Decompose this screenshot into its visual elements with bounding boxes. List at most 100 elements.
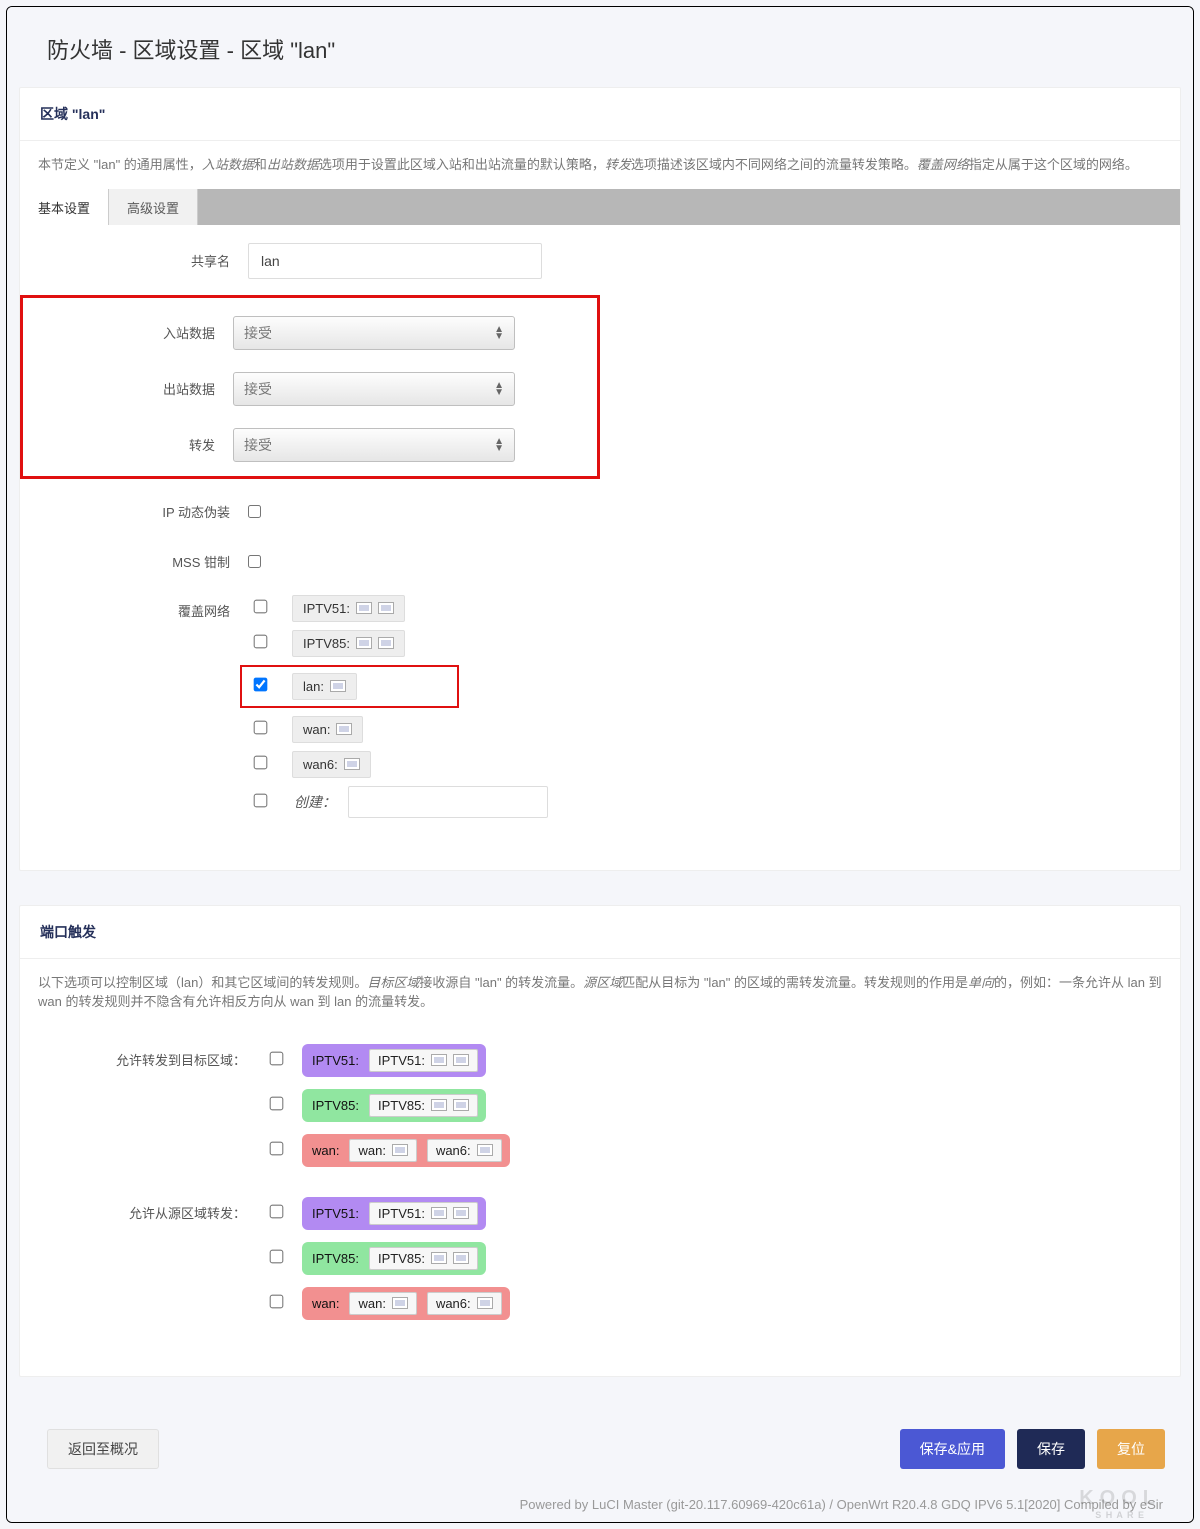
back-button[interactable]: 返回至概况 — [47, 1429, 159, 1469]
name-input[interactable] — [248, 243, 542, 279]
network-check-lan[interactable] — [253, 678, 267, 692]
zone-sub: IPTV51: — [369, 1049, 478, 1072]
network-row-iptv51: IPTV51: — [248, 595, 548, 622]
interface-icon — [378, 602, 394, 614]
zone-name: wan: — [312, 1296, 339, 1311]
zone-panel-desc: 本节定义 "lan" 的通用属性，入站数据和出站数据选项用于设置此区域入站和出站… — [20, 141, 1180, 189]
zone-row: wan: wan: wan6: — [264, 1287, 510, 1320]
zone-row: IPTV51: IPTV51: — [264, 1197, 510, 1230]
save-button[interactable]: 保存 — [1017, 1429, 1085, 1469]
interface-icon — [392, 1144, 408, 1156]
zone-chip[interactable]: IPTV85: IPTV85: — [302, 1089, 486, 1122]
zone-chip[interactable]: IPTV51: IPTV51: — [302, 1197, 486, 1230]
mss-checkbox[interactable] — [248, 555, 261, 568]
network-row-wan6: wan6: — [248, 751, 548, 778]
network-check-iptv85[interactable] — [253, 635, 267, 649]
interface-icon — [431, 1054, 447, 1066]
zone-sub: IPTV85: — [369, 1094, 478, 1117]
zone-row: wan:wan: wan6: — [264, 1134, 510, 1167]
network-row-iptv85: IPTV85: — [248, 630, 548, 657]
interface-icon — [356, 637, 372, 649]
zone-checkbox[interactable] — [269, 1052, 283, 1066]
masq-label: IP 动态伪装 — [38, 502, 248, 521]
zone-checkbox[interactable] — [269, 1250, 283, 1264]
network-row-wan: wan: — [248, 716, 548, 743]
zone-name: wan: — [312, 1143, 339, 1158]
zone-chip[interactable]: IPTV85: IPTV85: — [302, 1242, 486, 1275]
footer: Powered by LuCI Master (git-20.117.60969… — [19, 1491, 1181, 1522]
zone-row: IPTV85: IPTV85: — [264, 1089, 510, 1122]
create-input[interactable] — [348, 786, 548, 818]
zone-sub: IPTV85: — [369, 1247, 478, 1270]
network-lan-highlight: lan: — [240, 665, 459, 708]
output-select[interactable]: 接受 ▲▼ — [233, 372, 515, 406]
interface-icon — [392, 1297, 408, 1309]
chevron-updown-icon: ▲▼ — [494, 326, 504, 340]
tabs: 基本设置 高级设置 — [20, 189, 1180, 225]
zone-panel-header: 区域 "lan" — [20, 88, 1180, 141]
tab-basic[interactable]: 基本设置 — [20, 189, 109, 225]
networks-label: 覆盖网络 — [38, 595, 248, 620]
interface-icon — [378, 637, 394, 649]
zone-sub: wan6: — [427, 1292, 502, 1315]
forward-label: 转发 — [23, 435, 233, 454]
mss-label: MSS 钳制 — [38, 552, 248, 571]
interface-icon — [453, 1207, 469, 1219]
network-tag[interactable]: wan6: — [292, 751, 371, 778]
zone-name: IPTV51: — [312, 1206, 359, 1221]
create-label: 创建： — [294, 792, 336, 812]
port-panel-desc: 以下选项可以控制区域（lan）和其它区域间的转发规则。目标区域接收源自 "lan… — [20, 959, 1180, 1026]
network-check-iptv51[interactable] — [253, 600, 267, 614]
port-panel: 端口触发 以下选项可以控制区域（lan）和其它区域间的转发规则。目标区域接收源自… — [19, 905, 1181, 1377]
name-label: 共享名 — [38, 251, 248, 270]
interface-icon — [431, 1099, 447, 1111]
network-tag[interactable]: IPTV51: — [292, 595, 405, 622]
port-panel-header: 端口触发 — [20, 906, 1180, 959]
network-check-wan[interactable] — [253, 721, 267, 735]
tab-advanced[interactable]: 高级设置 — [109, 189, 198, 225]
zone-chip[interactable]: IPTV51: IPTV51: — [302, 1044, 486, 1077]
zone-row: IPTV85: IPTV85: — [264, 1242, 510, 1275]
interface-icon — [431, 1207, 447, 1219]
zone-chip[interactable]: wan:wan: wan6: — [302, 1134, 510, 1167]
network-tag[interactable]: lan: — [292, 673, 357, 700]
zone-name: IPTV85: — [312, 1251, 359, 1266]
reset-button[interactable]: 复位 — [1097, 1429, 1165, 1469]
interface-icon — [477, 1144, 493, 1156]
input-label: 入站数据 — [23, 323, 233, 342]
page-title: 防火墙 - 区域设置 - 区域 "lan" — [19, 13, 1181, 87]
interface-icon — [453, 1099, 469, 1111]
interface-icon — [344, 758, 360, 770]
zone-checkbox[interactable] — [269, 1097, 283, 1111]
policy-highlight-box: 入站数据 接受 ▲▼ 出站数据 接受 ▲▼ 转发 — [20, 295, 600, 479]
zone-checkbox[interactable] — [269, 1205, 283, 1219]
interface-icon — [336, 723, 352, 735]
fwd-src-label: 允许从源区域转发： — [38, 1197, 264, 1222]
save-apply-button[interactable]: 保存&应用 — [900, 1429, 1005, 1469]
zone-name: IPTV51: — [312, 1053, 359, 1068]
zone-checkbox[interactable] — [269, 1295, 283, 1309]
zone-sub: wan6: — [427, 1139, 502, 1162]
forward-select[interactable]: 接受 ▲▼ — [233, 428, 515, 462]
input-select[interactable]: 接受 ▲▼ — [233, 316, 515, 350]
interface-icon — [453, 1252, 469, 1264]
network-check-wan6[interactable] — [253, 756, 267, 770]
zone-name: IPTV85: — [312, 1098, 359, 1113]
chevron-updown-icon: ▲▼ — [494, 382, 504, 396]
zone-panel: 区域 "lan" 本节定义 "lan" 的通用属性，入站数据和出站数据选项用于设… — [19, 87, 1181, 871]
zone-sub: IPTV51: — [369, 1202, 478, 1225]
network-tag[interactable]: IPTV85: — [292, 630, 405, 657]
fwd-dest-label: 允许转发到目标区域： — [38, 1044, 264, 1069]
actions-bar: 返回至概况 保存&应用 保存 复位 — [19, 1411, 1181, 1491]
network-tag[interactable]: wan: — [292, 716, 363, 743]
interface-icon — [477, 1297, 493, 1309]
zone-row: IPTV51: IPTV51: — [264, 1044, 510, 1077]
zone-checkbox[interactable] — [269, 1142, 283, 1156]
interface-icon — [330, 680, 346, 692]
zone-sub: wan: — [349, 1292, 416, 1315]
network-check-create[interactable] — [253, 793, 267, 807]
masq-checkbox[interactable] — [248, 505, 261, 518]
interface-icon — [356, 602, 372, 614]
interface-icon — [453, 1054, 469, 1066]
zone-chip[interactable]: wan: wan: wan6: — [302, 1287, 510, 1320]
